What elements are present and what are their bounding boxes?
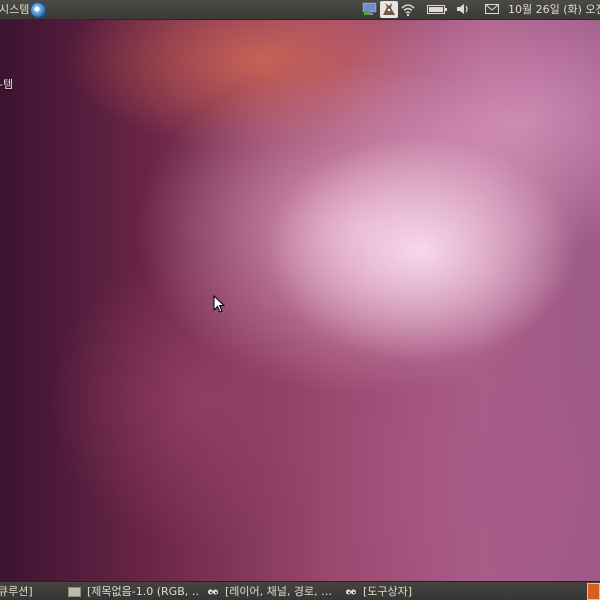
mail-envelope-icon[interactable] [485, 4, 499, 14]
volume-icon[interactable] [456, 3, 470, 15]
wifi-icon[interactable] [401, 1, 415, 17]
gimp-eye-icon [346, 589, 356, 595]
taskbar-button-1[interactable]: 큐루션] [0, 582, 58, 600]
mouse-cursor-icon [213, 295, 225, 313]
clock[interactable]: 10월 26일 (화) 오전 [508, 0, 600, 19]
image-window-icon [68, 587, 81, 597]
gimp-eye-icon [208, 589, 218, 595]
desktop-screen: 시스템 10월 26일 (화) 오전 -템 큐루션] [제목없음-1.0 (RG… [0, 0, 600, 600]
taskbar-button-layers[interactable]: [레이어, 채널, 경로, … [207, 582, 337, 600]
desktop-icon-label[interactable]: -템 [0, 76, 13, 92]
top-panel: 시스템 10월 26일 (화) 오전 [0, 0, 600, 20]
ubuntu-help-globe-icon[interactable] [30, 2, 46, 18]
menu-system[interactable]: 시스템 [0, 0, 29, 19]
taskbar-button-toolbox[interactable]: [도구상자] [345, 582, 455, 600]
gimp-wilber-icon[interactable] [380, 1, 398, 18]
task-label: [도구상자] [363, 585, 413, 598]
bottom-panel: 큐루션] [제목없음-1.0 (RGB, … [레이어, 채널, 경로, … [… [0, 581, 600, 600]
task-label: [제목없음-1.0 (RGB, … [87, 585, 200, 598]
battery-icon[interactable] [427, 5, 447, 14]
trash-applet-icon[interactable] [587, 583, 600, 600]
taskbar-button-image-window[interactable]: [제목없음-1.0 (RGB, … [68, 582, 200, 600]
system-monitor-icon[interactable] [362, 1, 378, 17]
task-label: 큐루션] [0, 585, 33, 598]
task-label: [레이어, 채널, 경로, … [225, 585, 333, 598]
